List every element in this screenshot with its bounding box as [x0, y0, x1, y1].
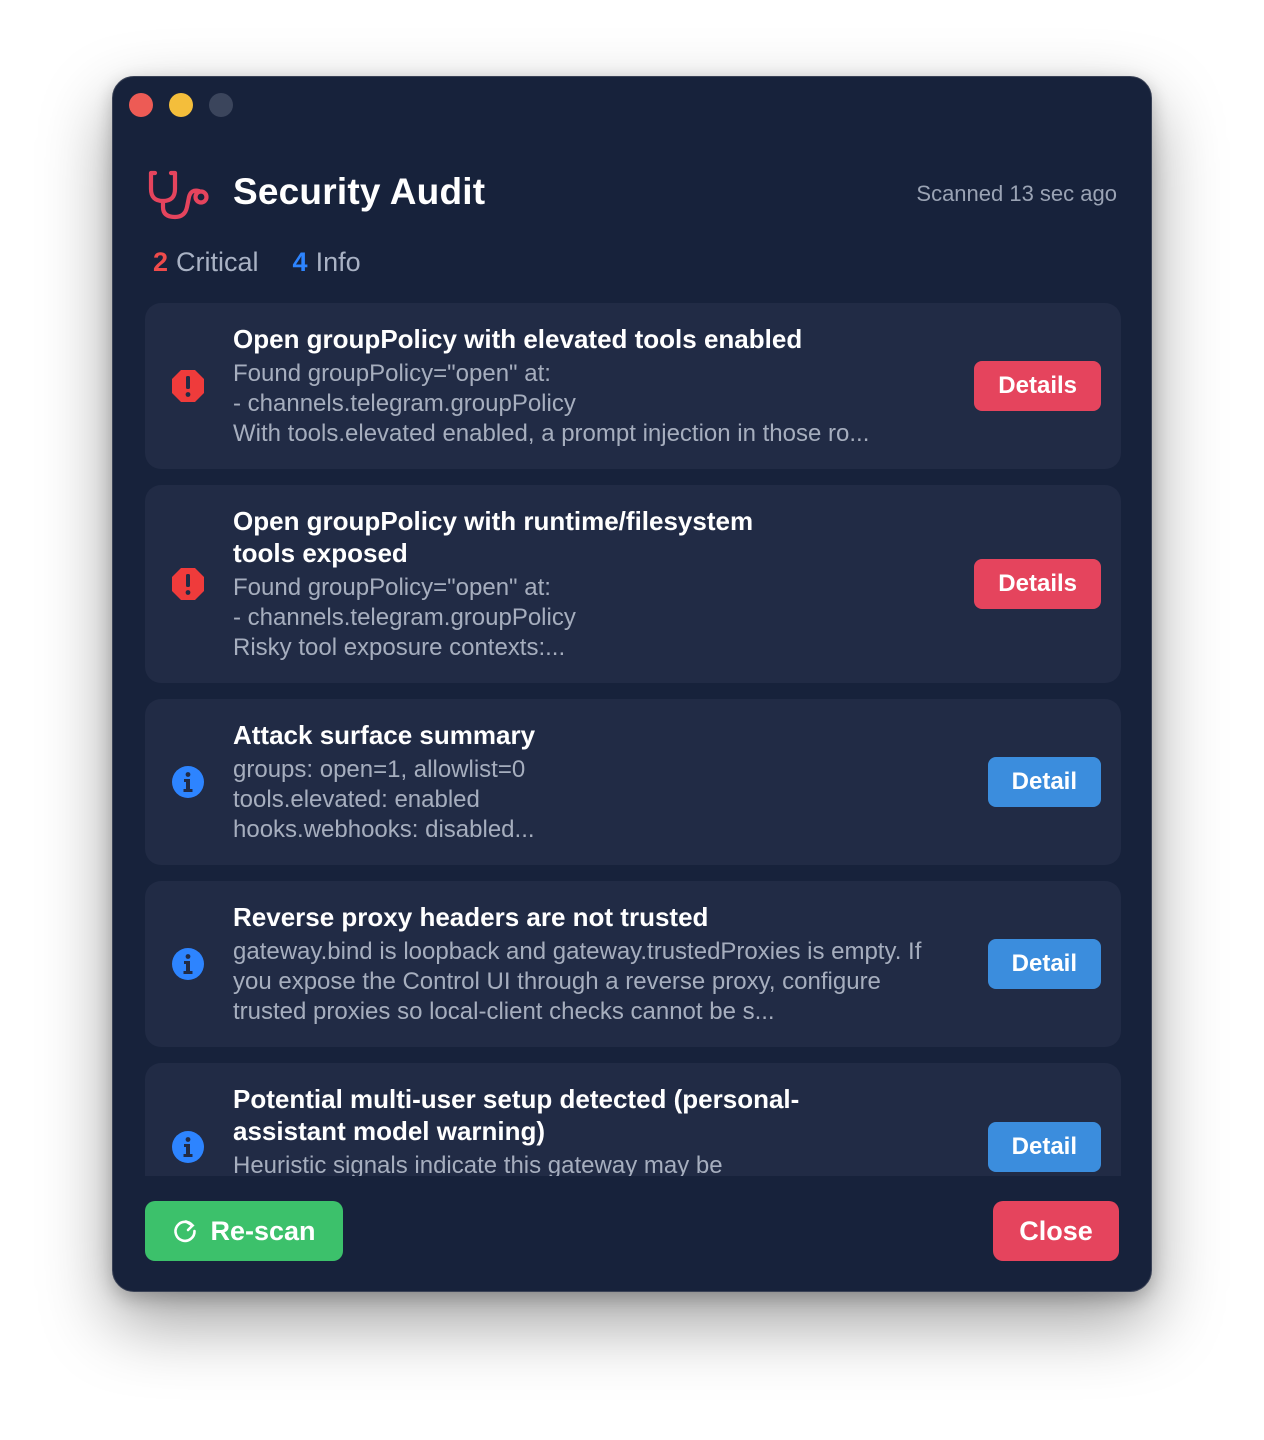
info-count: 4 Info: [293, 247, 361, 278]
finding-description: Found groupPolicy="open" at: - channels.…: [233, 360, 870, 447]
finding-card: Open groupPolicy with runtime/filesystem…: [145, 485, 1121, 683]
finding-title: Open groupPolicy with elevated tools ena…: [233, 324, 803, 354]
alert-octagon-icon: [172, 568, 204, 600]
header: Security Audit Scanned 13 sec ago: [147, 167, 1117, 227]
alert-octagon-icon: [172, 370, 204, 402]
rescan-label: Re-scan: [210, 1215, 316, 1246]
detail-button[interactable]: Detail: [987, 1122, 1101, 1172]
finding-title: Potential multi-user setup detected (per…: [233, 1084, 800, 1146]
refresh-icon: [174, 1220, 197, 1243]
details-button[interactable]: Details: [974, 559, 1101, 609]
rescan-button[interactable]: Re-scan: [145, 1201, 343, 1261]
severity-counts: 2 Critical 4 Info: [153, 247, 361, 278]
scan-timestamp: Scanned 13 sec ago: [916, 181, 1117, 206]
zoom-window-button[interactable]: [209, 93, 233, 117]
detail-button[interactable]: Detail: [987, 939, 1101, 989]
finding-card: Open groupPolicy with elevated tools ena…: [145, 303, 1121, 469]
page-title: Security Audit: [233, 171, 486, 212]
finding-description: groups: open=1, allowlist=0 tools.elevat…: [233, 756, 535, 843]
info-circle-icon: [172, 1131, 204, 1163]
findings-list[interactable]: Open groupPolicy with elevated tools ena…: [145, 303, 1121, 1176]
detail-button[interactable]: Detail: [987, 757, 1101, 807]
finding-description: Heuristic signals indicate this gateway …: [233, 1152, 723, 1176]
finding-card: Potential multi-user setup detected (per…: [145, 1063, 1121, 1176]
finding-card: Reverse proxy headers are not trusted ga…: [145, 881, 1121, 1047]
details-button[interactable]: Details: [974, 361, 1101, 411]
critical-count-number: 2: [153, 247, 169, 277]
minimize-window-button[interactable]: [169, 93, 193, 117]
info-circle-icon: [172, 948, 204, 980]
finding-title: Reverse proxy headers are not trusted: [233, 902, 709, 932]
window-controls: [129, 93, 233, 117]
info-count-label: Info: [315, 247, 361, 277]
info-circle-icon: [172, 766, 204, 798]
security-audit-window: Security Audit Scanned 13 sec ago 2 Criti…: [112, 76, 1152, 1292]
finding-title: Open groupPolicy with runtime/filesystem…: [233, 506, 754, 568]
finding-description: Found groupPolicy="open" at: - channels.…: [233, 574, 576, 661]
finding-card: Attack surface summary groups: open=1, a…: [145, 699, 1121, 865]
info-count-number: 4: [292, 247, 308, 277]
critical-count-label: Critical: [176, 247, 259, 277]
close-button[interactable]: Close: [993, 1201, 1119, 1261]
finding-description: gateway.bind is loopback and gateway.tru…: [233, 938, 922, 1025]
stethoscope-icon: [148, 170, 209, 220]
critical-count: 2 Critical: [153, 247, 259, 278]
finding-title: Attack surface summary: [233, 720, 536, 750]
close-window-button[interactable]: [129, 93, 153, 117]
